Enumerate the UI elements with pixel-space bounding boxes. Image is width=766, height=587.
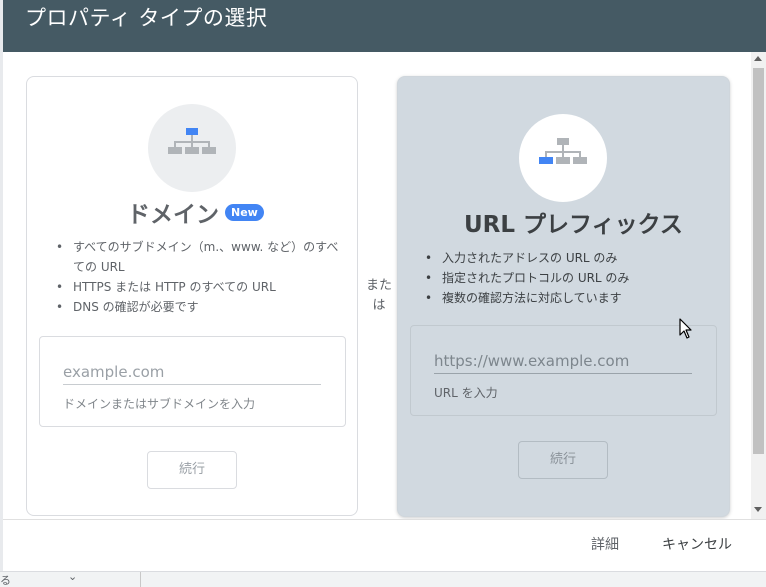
dialog-header: プロパティ タイプの選択 [3, 0, 766, 52]
url-prefix-input-help: URL を入力 [434, 386, 498, 400]
domain-input-help: ドメインまたはサブドメインを入力 [63, 397, 256, 411]
dialog-title: プロパティ タイプの選択 [25, 6, 268, 30]
list-item: HTTPS または HTTP のすべての URL [53, 277, 343, 297]
url-prefix-title-row: URL プレフィックス [464, 205, 683, 239]
chevron-down-icon: ⌄ [68, 570, 78, 583]
scroll-up-icon[interactable] [754, 56, 762, 61]
url-prefix-feature-list: 入力されたアドレスの URL のみ 指定されたプロトコルの URL のみ 複数の… [422, 248, 712, 308]
property-type-dialog: プロパティ タイプの選択 ドメインNew すべてのサブドメイン（ [3, 0, 766, 571]
url-prefix-input-box: URL を入力 [410, 325, 717, 416]
list-item: 指定されたプロトコルの URL のみ [422, 268, 712, 288]
scroll-thumb[interactable] [753, 68, 764, 454]
domain-continue-button[interactable]: 続行 [147, 451, 237, 489]
domain-title: ドメイン [127, 202, 219, 228]
dialog-scrollbar[interactable] [751, 52, 766, 519]
scroll-down-icon[interactable] [754, 507, 762, 512]
cancel-button[interactable]: キャンセル [662, 534, 732, 554]
domain-input-box: ドメインまたはサブドメインを入力 [39, 336, 346, 427]
details-button[interactable]: 詳細 [591, 534, 619, 554]
url-prefix-input[interactable] [434, 348, 692, 374]
domain-card[interactable]: ドメイン New すべてのサブドメイン（m.、www. など）のすべての URL … [26, 76, 358, 516]
list-item: すべてのサブドメイン（m.、www. など）のすべての URL [53, 237, 343, 277]
domain-feature-list: すべてのサブドメイン（m.、www. など）のすべての URL HTTPS また… [53, 237, 343, 317]
url-prefix-card[interactable]: URL プレフィックス 入力されたアドレスの URL のみ 指定されたプロトコル… [397, 76, 730, 517]
new-badge: New [225, 203, 264, 221]
sitemap-icon [168, 128, 216, 154]
mouse-cursor-icon [679, 318, 692, 339]
domain-title-row: ドメイン New [127, 195, 264, 229]
domain-input[interactable] [63, 359, 321, 385]
url-prefix-title: URL プレフィックス [464, 212, 683, 238]
or-separator: または [365, 278, 392, 313]
url-prefix-icon-circle [519, 114, 607, 202]
background-text: る [0, 574, 11, 587]
sitemap-icon [539, 138, 587, 164]
domain-icon-circle [148, 104, 236, 192]
list-item: 複数の確認方法に対応しています [422, 288, 712, 308]
list-item: DNS の確認が必要です [53, 297, 343, 317]
list-item: 入力されたアドレスの URL のみ [422, 248, 712, 268]
url-prefix-continue-button[interactable]: 続行 [518, 441, 608, 479]
background-page-strip: る ⌄ [0, 570, 766, 587]
background-divider [140, 572, 141, 587]
dialog-footer: 詳細 キャンセル [3, 519, 766, 571]
